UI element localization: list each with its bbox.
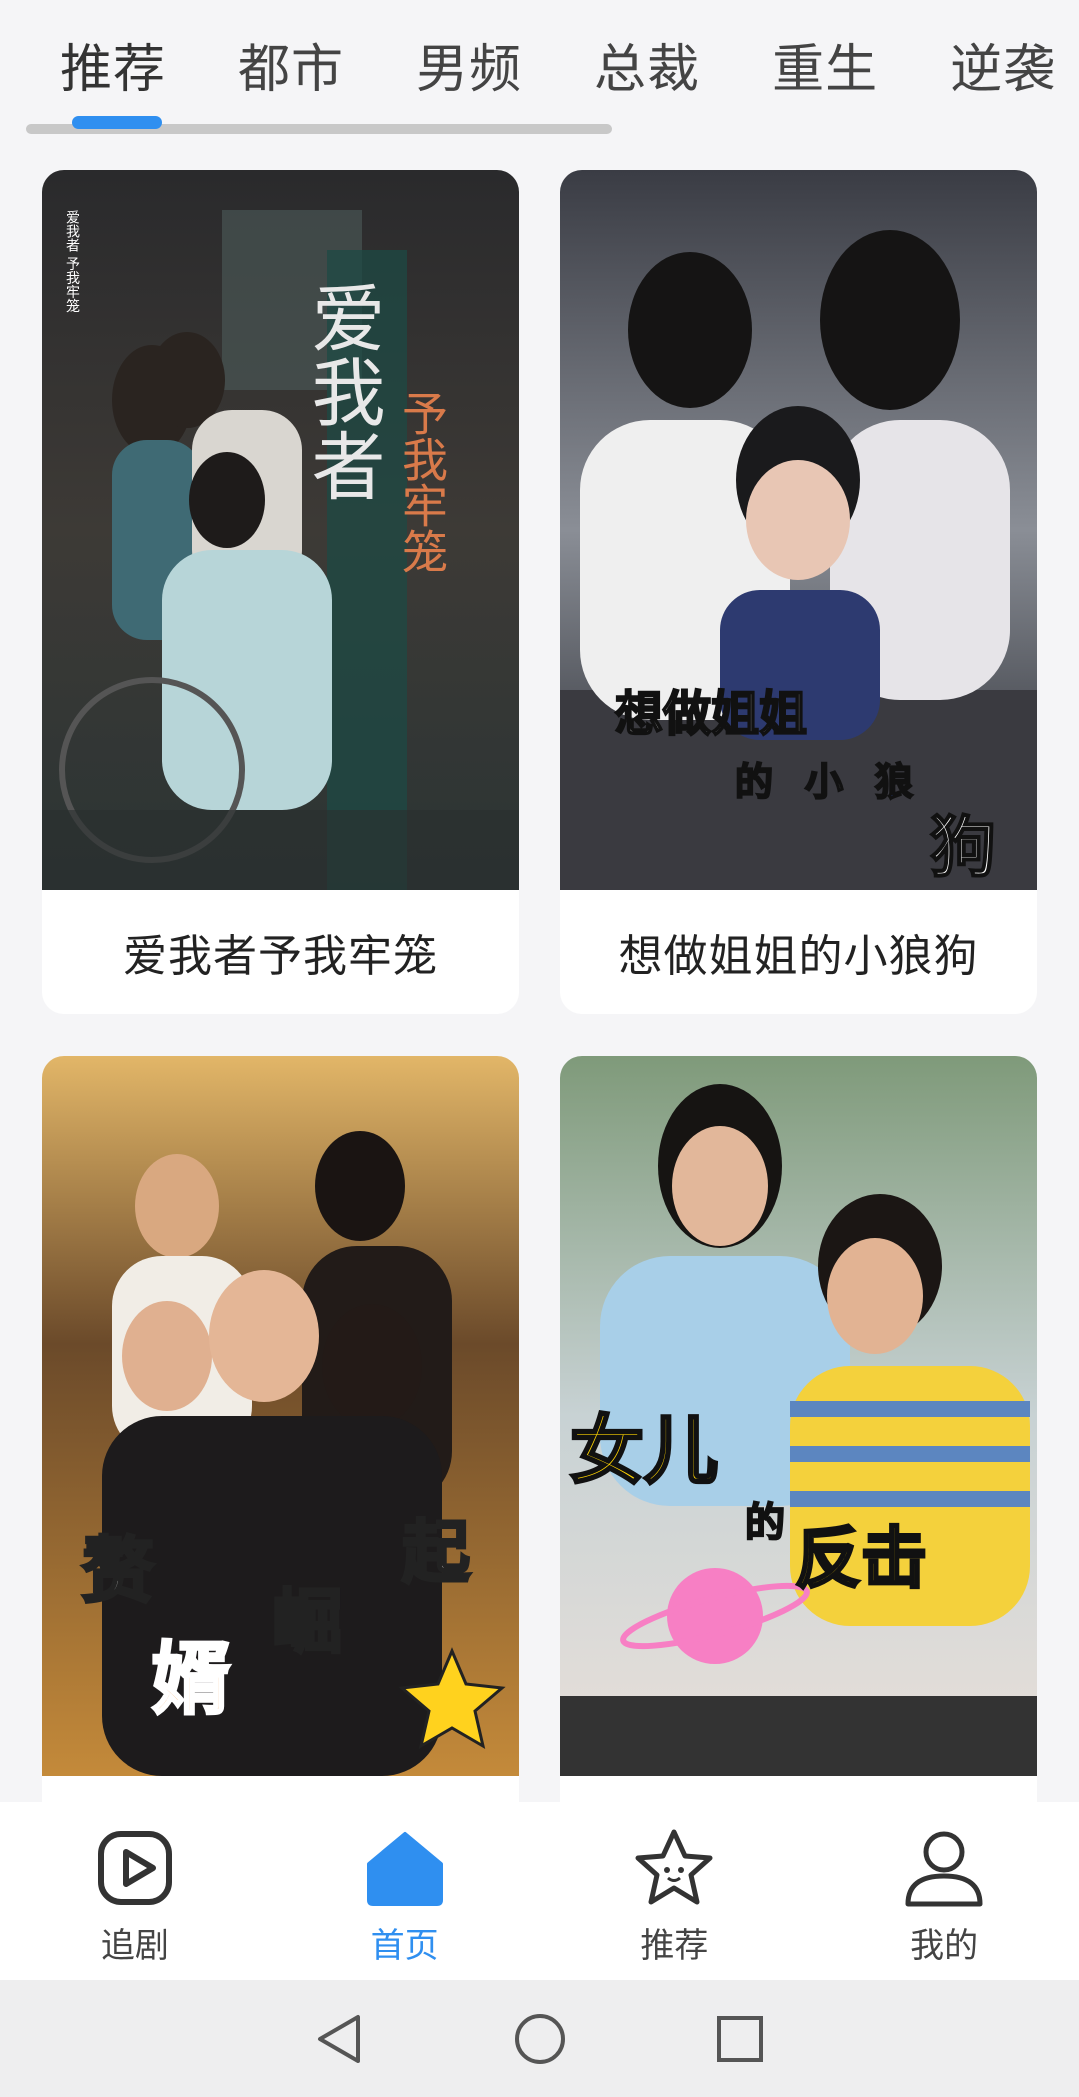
nav-label: 首页 xyxy=(370,1926,439,1966)
tab-counterattack[interactable]: 逆袭 xyxy=(950,30,1056,110)
drama-poster[interactable]: 赘 婿 崛 起 xyxy=(42,1056,519,1776)
drama-title[interactable]: 爱我者予我牢笼 xyxy=(42,890,519,1014)
system-nav-bar xyxy=(0,1980,1079,2097)
poster-title-line3: 狗 xyxy=(930,809,996,886)
poster-title-part-3: 反击 xyxy=(795,1520,927,1597)
back-triangle-icon xyxy=(317,2014,360,2063)
category-tab-bar: 推荐 都市 男频 总裁 重生 逆袭 xyxy=(0,0,1079,150)
poster-title-line2a: 的 xyxy=(735,760,773,804)
drama-title[interactable] xyxy=(42,1776,519,1802)
poster-title-char-3: 崛 xyxy=(272,1581,342,1663)
poster-title-char-4: 起 xyxy=(402,1514,471,1593)
nav-item-me[interactable]: 我的 xyxy=(809,1802,1079,1980)
drama-poster[interactable]: 爱我者 予我牢笼 爱我者 予我牢笼 xyxy=(42,170,519,890)
poster-title-line1: 想做姐姐 xyxy=(615,686,807,742)
tab-recommend[interactable]: 推荐 xyxy=(60,30,166,110)
nav-item-home[interactable]: 首页 xyxy=(270,1802,540,1980)
user-icon xyxy=(902,1826,986,1910)
tab-active-indicator xyxy=(72,116,162,129)
poster-title-char-2: 婿 xyxy=(152,1635,230,1725)
tab-urban[interactable]: 都市 xyxy=(238,30,344,110)
tab-male[interactable]: 男频 xyxy=(416,30,522,110)
nav-label: 推荐 xyxy=(640,1926,709,1966)
bottom-nav: 追剧 首页 推荐 我的 xyxy=(0,1802,1079,1980)
drama-card[interactable]: 想做姐姐 的 小 狼 狗 想做姐姐的小狼狗 xyxy=(560,170,1037,1014)
recents-button[interactable] xyxy=(705,2004,775,2074)
play-icon xyxy=(93,1826,177,1910)
drama-grid: 爱我者 予我牢笼 爱我者 予我牢笼 爱我者予我牢笼 想做姐姐 的 小 狼 狗 想… xyxy=(0,168,1079,1802)
home-circle-icon xyxy=(514,2013,565,2064)
nav-item-follow[interactable]: 追剧 xyxy=(0,1802,270,1980)
poster-small-title: 爱我者 予我牢笼 xyxy=(64,210,80,313)
drama-poster[interactable]: 想做姐姐 的 小 狼 狗 xyxy=(560,170,1037,890)
recents-square-icon xyxy=(716,2015,763,2062)
tab-ceo[interactable]: 总裁 xyxy=(594,30,700,110)
drama-card[interactable]: 爱我者 予我牢笼 爱我者 予我牢笼 爱我者予我牢笼 xyxy=(42,170,519,1014)
poster-title-part-2: 的 xyxy=(745,1500,785,1546)
star-icon xyxy=(632,1826,716,1910)
nav-label: 追剧 xyxy=(100,1926,169,1966)
drama-poster[interactable]: 女儿 的 反击 xyxy=(560,1056,1037,1776)
poster-title-line2c: 狼 xyxy=(875,760,913,804)
drama-card[interactable]: 赘 婿 崛 起 xyxy=(42,1056,519,1802)
poster-title-side: 予我牢笼 xyxy=(395,390,449,574)
poster-title-part-1: 女儿 xyxy=(570,1408,718,1494)
nav-item-recommend[interactable]: 推荐 xyxy=(540,1802,810,1980)
category-tabs: 推荐 都市 男频 总裁 重生 逆袭 xyxy=(60,30,1079,110)
drama-title[interactable]: 想做姐姐的小狼狗 xyxy=(560,890,1037,1014)
home-system-button[interactable] xyxy=(505,2004,575,2074)
tab-rebirth[interactable]: 重生 xyxy=(772,30,878,110)
home-icon xyxy=(363,1826,447,1910)
poster-title-main: 爱我者 xyxy=(299,280,385,502)
drama-card[interactable]: 女儿 的 反击 xyxy=(560,1056,1037,1802)
poster-title-char-1: 赘 xyxy=(82,1529,154,1613)
drama-title[interactable] xyxy=(560,1776,1037,1802)
nav-label: 我的 xyxy=(910,1926,979,1966)
poster-title-line2b: 小 xyxy=(805,760,843,804)
back-button[interactable] xyxy=(305,2004,375,2074)
